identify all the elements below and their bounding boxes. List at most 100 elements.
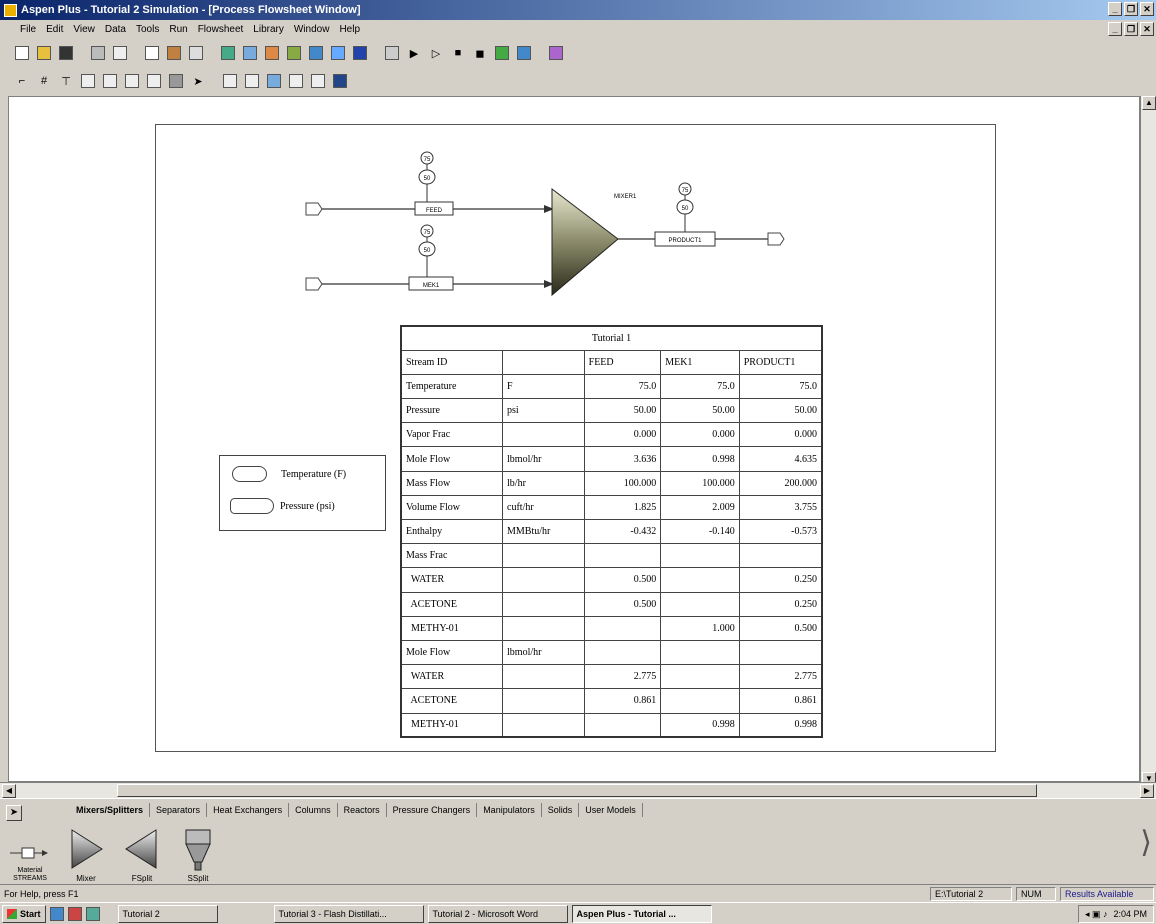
mixer-block[interactable]: MIXER1 (551, 187, 637, 297)
tab-pressure-changers[interactable]: Pressure Changers (387, 803, 478, 817)
minimize-button[interactable]: _ (1108, 2, 1122, 16)
mek1-stream[interactable]: MEK1 75 50 (305, 224, 554, 291)
ssplit-item[interactable]: SSplit (172, 826, 224, 883)
stream-results-table[interactable]: Tutorial 1 Stream ID FEED MEK1 PRODUCT1 … (400, 325, 823, 739)
blocks-icon[interactable] (306, 43, 326, 63)
horizontal-scrollbar[interactable]: ◀ ▶ (0, 782, 1156, 798)
menu-view[interactable]: View (73, 24, 95, 35)
doc-close-button[interactable]: ✕ (1140, 22, 1154, 36)
task-aspen[interactable]: Aspen Plus - Tutorial ... (571, 904, 712, 923)
task-tutorial2-folder[interactable]: Tutorial 2 (117, 904, 218, 923)
tab-solids[interactable]: Solids (542, 803, 580, 817)
table-cell (660, 664, 740, 690)
scroll-thumb[interactable] (117, 784, 1037, 797)
select-mode-icon[interactable]: ➤ (188, 71, 208, 91)
menu-library[interactable]: Library (253, 24, 284, 35)
tab-manipulators[interactable]: Manipulators (477, 803, 542, 817)
desktop-icon[interactable] (85, 906, 100, 921)
menu-help[interactable]: Help (339, 24, 360, 35)
setup-icon[interactable] (218, 43, 238, 63)
restore-button[interactable]: ❐ (1124, 2, 1138, 16)
legend-box[interactable]: Temperature (F) Pressure (psi) (219, 455, 386, 531)
table-cell (502, 712, 585, 738)
mixer-item[interactable]: Mixer (60, 826, 112, 883)
menu-file[interactable]: File (20, 24, 36, 35)
doc-minimize-button[interactable]: _ (1108, 22, 1122, 36)
menu-run[interactable]: Run (169, 24, 187, 35)
tab-separators[interactable]: Separators (150, 803, 208, 817)
palette-scroll-right-icon[interactable]: ⟩ (1140, 825, 1152, 860)
reinitialize-icon[interactable]: ◼ (470, 43, 490, 63)
menu-edit[interactable]: Edit (46, 24, 63, 35)
print-icon[interactable] (88, 43, 108, 63)
table-row: Mole Flow lbmol/hr (400, 639, 823, 666)
table-tool-icon[interactable] (264, 71, 284, 91)
data-browser-icon[interactable] (328, 43, 348, 63)
close-button[interactable]: ✕ (1140, 2, 1154, 16)
copy-icon[interactable] (142, 43, 162, 63)
stream-table-icon[interactable] (514, 43, 534, 63)
pressure-hex-icon (230, 498, 274, 514)
material-streams-item[interactable]: Material STREAMS (4, 841, 56, 883)
next-icon[interactable] (350, 43, 370, 63)
table-row: ACETONE 0.861 0.861 (400, 688, 823, 714)
tab-mixers-splitters[interactable]: Mixers/Splitters (70, 803, 151, 817)
text-tool-icon[interactable] (220, 71, 240, 91)
menu-tools[interactable]: Tools (136, 24, 159, 35)
product1-stream[interactable]: PRODUCT1 75 50 (618, 182, 785, 247)
open-icon[interactable] (34, 43, 54, 63)
print-area-icon[interactable] (166, 71, 186, 91)
tab-heat-exchangers[interactable]: Heat Exchangers (207, 803, 290, 817)
check-results-icon[interactable] (492, 43, 512, 63)
help-icon[interactable] (186, 43, 206, 63)
scroll-up-icon[interactable]: ▲ (1142, 96, 1156, 110)
doc-restore-button[interactable]: ❐ (1124, 22, 1138, 36)
outlook-icon[interactable] (67, 906, 82, 921)
menu-data[interactable]: Data (105, 24, 126, 35)
fsplit-item[interactable]: FSplit (116, 826, 168, 883)
graph-tool-icon[interactable] (286, 71, 306, 91)
zoom-in-icon[interactable] (78, 71, 98, 91)
palette-label: FSplit (131, 874, 153, 883)
annotation-icon[interactable] (330, 71, 350, 91)
stop-icon[interactable]: ■ (448, 43, 468, 63)
select-mode-arrow-icon[interactable]: ➤ (6, 805, 22, 821)
center-view-icon[interactable] (144, 71, 164, 91)
task-word[interactable]: Tutorial 2 - Microsoft Word (427, 904, 568, 923)
save-icon[interactable] (56, 43, 76, 63)
step-icon[interactable]: ▷ (426, 43, 446, 63)
scroll-right-icon[interactable]: ▶ (1140, 784, 1154, 798)
tab-user-models[interactable]: User Models (579, 803, 643, 817)
tab-reactors[interactable]: Reactors (338, 803, 387, 817)
scroll-left-icon[interactable]: ◀ (2, 784, 16, 798)
draw-line-icon[interactable]: ⌐ (12, 71, 32, 91)
streams-icon[interactable] (284, 43, 304, 63)
grid-icon[interactable]: # (34, 71, 54, 91)
task-tutorial3[interactable]: Tutorial 3 - Flash Distillati... (273, 904, 424, 923)
paste-icon[interactable] (164, 43, 184, 63)
components-icon[interactable] (240, 43, 260, 63)
align-icon[interactable]: ⊤ (56, 71, 76, 91)
global-data-icon[interactable] (308, 71, 328, 91)
run-icon[interactable]: ▶ (404, 43, 424, 63)
zoom-full-icon[interactable] (122, 71, 142, 91)
control-panel-icon[interactable] (382, 43, 402, 63)
table-cell: 0.000 (738, 422, 823, 448)
menu-window[interactable]: Window (294, 24, 330, 35)
table-cell (660, 543, 740, 569)
tab-columns[interactable]: Columns (289, 803, 338, 817)
properties-icon[interactable] (262, 43, 282, 63)
zoom-out-icon[interactable] (100, 71, 120, 91)
vertical-scrollbar[interactable]: ▲ ▼ (1140, 96, 1156, 786)
tray-icons[interactable]: ◂ ▣ ♪ (1085, 906, 1108, 922)
shape-tool-icon[interactable] (242, 71, 262, 91)
menu-flowsheet[interactable]: Flowsheet (198, 24, 244, 35)
ie-icon[interactable] (49, 906, 64, 921)
new-icon[interactable] (12, 43, 32, 63)
model-library-icon[interactable] (546, 43, 566, 63)
start-button[interactable]: Start (2, 904, 46, 923)
table-cell: 2.775 (583, 664, 662, 690)
print-preview-icon[interactable] (110, 43, 130, 63)
table-cell (583, 712, 662, 738)
feed-stream[interactable]: FEED 75 50 (305, 151, 554, 216)
